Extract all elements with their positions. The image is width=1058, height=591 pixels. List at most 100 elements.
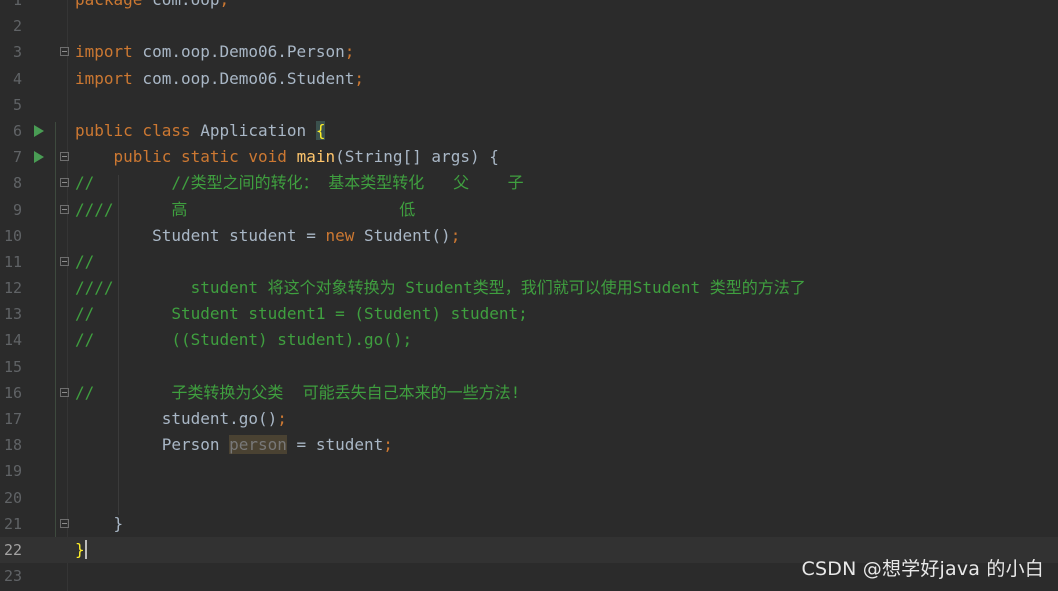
line-number: 11 <box>3 252 22 271</box>
code-line[interactable]: 2 <box>0 13 1058 39</box>
code-line[interactable]: 14 // ((Student) student).go(); <box>0 327 1058 353</box>
line-number: 18 <box>3 436 22 455</box>
code-line[interactable]: 1 package com.oop; <box>0 0 1058 13</box>
code-token: Application <box>190 120 316 140</box>
fold-icon[interactable] <box>60 47 69 57</box>
line-number: 9 <box>12 200 22 219</box>
fold-icon[interactable] <box>60 387 69 397</box>
code-text: public static void main(String[] args) { <box>75 144 499 170</box>
run-icon[interactable] <box>34 124 44 137</box>
code-editor[interactable]: 1package com.oop;23import com.oop.Demo06… <box>0 0 1058 589</box>
line-number: 2 <box>12 17 22 36</box>
code-line[interactable]: 12 //// student 将这个对象转换为 Student类型，我们就可以使… <box>0 275 1058 301</box>
code-token: student.go() <box>75 409 278 428</box>
code-line[interactable]: 17 student.go(); <box>0 406 1058 432</box>
code-line[interactable]: 19 <box>0 458 1058 484</box>
line-number: 20 <box>3 488 22 507</box>
line-number: 15 <box>3 357 22 376</box>
code-token: new <box>325 225 355 245</box>
fold-icon[interactable] <box>60 518 69 528</box>
code-token: public class <box>75 120 191 140</box>
code-token: public static void <box>113 147 287 167</box>
code-token: = student <box>286 435 384 455</box>
code-token: } <box>75 513 124 533</box>
code-text: } <box>75 511 124 537</box>
code-text: // ((Student) student).go(); <box>75 327 412 353</box>
code-token: ; <box>344 42 355 62</box>
code-text: import com.oop.Demo06.Person; <box>75 39 354 65</box>
line-number: 17 <box>3 410 22 428</box>
line-number: 21 <box>3 514 22 533</box>
code-text: // 子类转换为父类 可能丢失自己本来的一些方法! <box>75 380 520 406</box>
code-token: (String[] args) { <box>335 147 499 167</box>
code-line[interactable]: 10 Student student = new Student(); <box>0 223 1058 249</box>
code-token: ; <box>450 225 461 245</box>
code-text: // <box>75 249 94 275</box>
code-line[interactable]: 6 public class Application { <box>0 118 1058 144</box>
code-token: Student() <box>354 225 451 245</box>
code-token: ; <box>383 435 393 455</box>
line-number: 6 <box>12 121 22 140</box>
code-token: //// 高 低 <box>75 199 416 219</box>
code-token: //// student 将这个对象转换为 Student类型，我们就可以使用S… <box>75 278 806 298</box>
code-line[interactable]: 18 Person person = student; <box>0 432 1058 458</box>
line-number: 4 <box>12 69 22 88</box>
code-token: com.oop <box>142 0 219 9</box>
code-token: com.oop.Demo06.Student <box>132 68 355 88</box>
code-token: // <box>75 251 95 271</box>
line-number: 10 <box>3 226 22 245</box>
code-line[interactable]: 13 // Student student1 = (Student) studen… <box>0 301 1058 327</box>
line-number: 8 <box>12 174 22 193</box>
code-token: // //类型之间的转化： 基本类型转化 父 子 <box>75 173 524 193</box>
code-line[interactable]: 21 } <box>0 511 1058 537</box>
code-text: package com.oop; <box>75 0 229 13</box>
code-line[interactable]: 16 // 子类转换为父类 可能丢失自己本来的一些方法! <box>0 380 1058 406</box>
code-token: // Student student1 = (Student) student; <box>75 304 528 324</box>
code-token: { <box>315 120 326 140</box>
code-token: import <box>75 68 133 88</box>
code-token: Person <box>75 435 230 455</box>
code-token: // 子类转换为父类 可能丢失自己本来的一些方法! <box>75 382 521 402</box>
code-line[interactable]: 15 <box>0 354 1058 380</box>
code-line[interactable]: 5 <box>0 92 1058 118</box>
line-number: 1 <box>12 0 22 9</box>
code-text: } <box>75 537 87 563</box>
code-token: ; <box>220 0 230 9</box>
code-token: // ((Student) student).go(); <box>75 330 413 350</box>
code-text: // //类型之间的转化： 基本类型转化 父 子 <box>75 170 524 196</box>
code-line[interactable]: 9 //// 高 低 <box>0 197 1058 223</box>
code-token: ; <box>277 409 287 428</box>
code-line[interactable]: 4 import com.oop.Demo06.Student; <box>0 66 1058 92</box>
line-number: 7 <box>12 148 22 167</box>
line-number: 19 <box>3 462 22 481</box>
code-token: com.oop.Demo06.Person <box>132 42 345 62</box>
line-number: 23 <box>3 567 22 586</box>
code-token: main <box>296 147 336 167</box>
code-token: } <box>75 539 87 559</box>
code-text: public class Application { <box>75 118 326 144</box>
code-line[interactable]: 20 <box>0 485 1058 511</box>
code-text: //// student 将这个对象转换为 Student类型，我们就可以使用S… <box>75 275 806 301</box>
fold-icon[interactable] <box>60 178 69 188</box>
code-line[interactable]: 8 // //类型之间的转化： 基本类型转化 父 子 <box>0 170 1058 196</box>
code-text: Person person = student; <box>75 432 393 458</box>
code-token: import <box>75 42 133 62</box>
line-number: 12 <box>3 279 22 298</box>
code-line[interactable]: 7 public static void main(String[] args)… <box>0 144 1058 170</box>
code-token: Student student = <box>75 225 326 245</box>
run-icon[interactable] <box>34 151 44 164</box>
fold-icon[interactable] <box>60 204 69 214</box>
watermark: CSDN @想学好java 的小白 <box>801 558 1044 580</box>
code-token: person <box>229 435 287 455</box>
code-token: package <box>75 0 142 9</box>
code-line[interactable]: 11 // <box>0 249 1058 275</box>
line-number: 16 <box>3 383 22 402</box>
line-number: 5 <box>12 95 22 114</box>
code-line[interactable]: 3 import com.oop.Demo06.Person; <box>0 39 1058 65</box>
code-text: // Student student1 = (Student) student; <box>75 301 528 327</box>
fold-icon[interactable] <box>60 152 69 162</box>
code-text: import com.oop.Demo06.Student; <box>75 66 364 92</box>
fold-icon[interactable] <box>60 256 69 266</box>
